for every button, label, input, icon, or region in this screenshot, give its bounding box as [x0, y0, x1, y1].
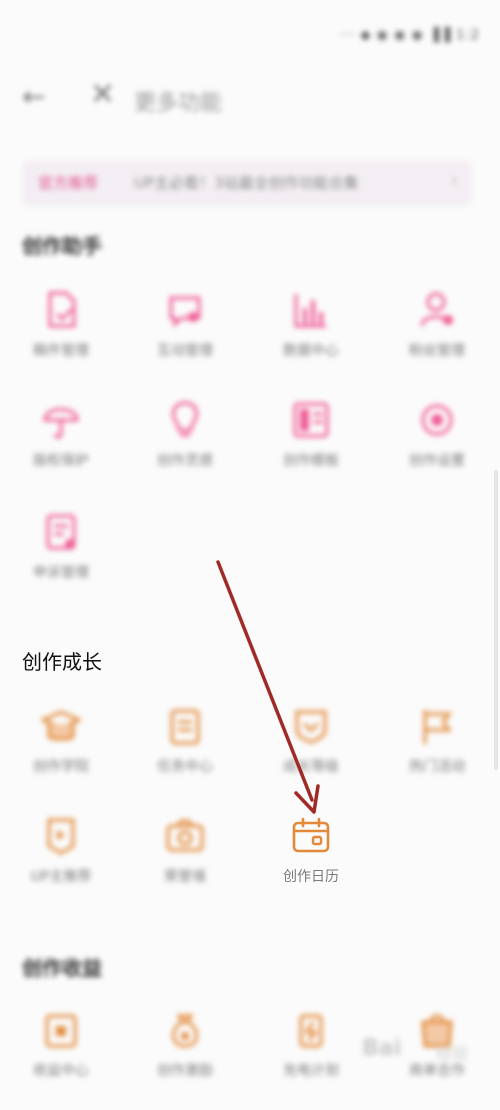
grid-item-creation-calendar[interactable]: 创作日历	[256, 816, 366, 916]
template-layout-icon	[293, 402, 329, 438]
grid-item-label: 荣誉墙	[164, 869, 206, 885]
grid-item-inspiration[interactable]: 创作灵感	[130, 400, 240, 500]
lightbulb-icon	[171, 401, 199, 437]
status-indicators: ··· ◆ ◉ ◉ ◉ ▐▐ 1:2	[339, 28, 480, 43]
grid-item-label: 互动管理	[157, 343, 213, 359]
grid-item-label: 创作激励	[157, 1063, 213, 1079]
battery-icon	[299, 1014, 323, 1048]
watermark-logo: Bai 经验	[362, 1028, 482, 1072]
grid-item-academy[interactable]: 创作学院	[6, 706, 116, 806]
recommend-banner[interactable]: 官方推荐 UP主必看！3站最全创作功能合集 ›	[22, 160, 472, 206]
watermark-sub: 经验	[436, 1044, 469, 1063]
badge-icon	[47, 818, 75, 855]
banner-text: UP主必看！3站最全创作功能合集	[134, 174, 359, 192]
money-bag-icon	[172, 1014, 198, 1048]
graduation-cap-icon	[41, 710, 81, 741]
gear-icon	[421, 404, 453, 436]
grid-item-copyright[interactable]: 版权保护	[6, 400, 116, 500]
grid-item-fans[interactable]: 粉丝管理	[382, 290, 492, 390]
grid-item-label: UP主推荐	[30, 869, 92, 885]
shield-badge-icon	[295, 710, 327, 744]
grid-item-label: 创作模板	[283, 453, 339, 469]
chevron-right-icon: ›	[450, 170, 458, 191]
grid-item-task-center[interactable]: 任务中心	[130, 706, 240, 806]
grid-item-label: 成长等级	[283, 759, 339, 775]
section-title-assistant: 创作助手	[22, 234, 102, 258]
back-arrow-icon[interactable]: ←	[22, 82, 45, 112]
grid-item-honor[interactable]: 荣誉墙	[130, 816, 240, 916]
grid-item-events[interactable]: 热门活动	[382, 706, 492, 806]
grid-item-label: 任务中心	[157, 759, 213, 775]
grid-item-label: 粉丝管理	[409, 343, 465, 359]
grid-item-template[interactable]: 创作模板	[256, 400, 366, 500]
grid-item-up-recommend[interactable]: UP主推荐	[6, 816, 116, 916]
grid-item-data-center[interactable]: 数据中心	[256, 290, 366, 390]
flag-icon	[423, 710, 452, 744]
grid-item-incentive[interactable]: 创作激励	[130, 1010, 240, 1110]
section-title-income: 创作收益	[22, 956, 102, 980]
status-bar: ··· ◆ ◉ ◉ ◉ ▐▐ 1:2	[0, 20, 500, 54]
grid-item-label: 收益中心	[33, 1063, 89, 1079]
grid-item-appeal[interactable]: 申诉管理	[6, 512, 116, 612]
clipboard-icon	[46, 514, 76, 550]
nav-bar: ← ✕ 更多功能	[0, 72, 500, 124]
close-icon[interactable]: ✕	[90, 80, 115, 110]
chat-bubble-icon	[169, 296, 201, 328]
grid-item-manuscript[interactable]: 稿件管理	[6, 290, 116, 390]
camera-icon	[166, 819, 204, 852]
grid-item-label: 创作设置	[409, 453, 465, 469]
grid-item-label: 申诉管理	[33, 565, 89, 581]
umbrella-icon	[43, 408, 79, 439]
banner-tag: 官方推荐	[38, 174, 99, 192]
grid-item-label: 稿件管理	[33, 343, 89, 359]
grid-item-income-center[interactable]: 收益中心	[6, 1010, 116, 1110]
page-title: 更多功能	[134, 91, 223, 116]
grid-item-label: 创作学院	[33, 759, 89, 775]
watermark-brand: Bai	[362, 1036, 402, 1061]
grid-item-label: 数据中心	[283, 343, 339, 359]
wallet-icon	[45, 1014, 77, 1048]
document-edit-icon	[48, 291, 76, 328]
user-icon	[420, 292, 453, 327]
grid-item-label: 创作灵感	[157, 453, 213, 469]
grid-item-interaction[interactable]: 互动管理	[130, 290, 240, 390]
section-title-growth: 创作成长	[22, 650, 102, 674]
bar-chart-icon	[294, 294, 326, 328]
grid-item-level[interactable]: 成长等级	[256, 706, 366, 806]
task-clipboard-icon	[170, 709, 200, 745]
calendar-icon	[292, 817, 330, 853]
grid-item-settings[interactable]: 创作设置	[382, 400, 492, 500]
scrollbar[interactable]	[494, 470, 498, 770]
grid-item-label: 充电计划	[283, 1063, 339, 1079]
grid-item-label: 版权保护	[33, 453, 89, 469]
grid-item-charge[interactable]: 充电计划	[256, 1010, 366, 1110]
grid-item-label: 创作日历	[283, 869, 339, 885]
grid-item-label: 热门活动	[409, 759, 465, 775]
